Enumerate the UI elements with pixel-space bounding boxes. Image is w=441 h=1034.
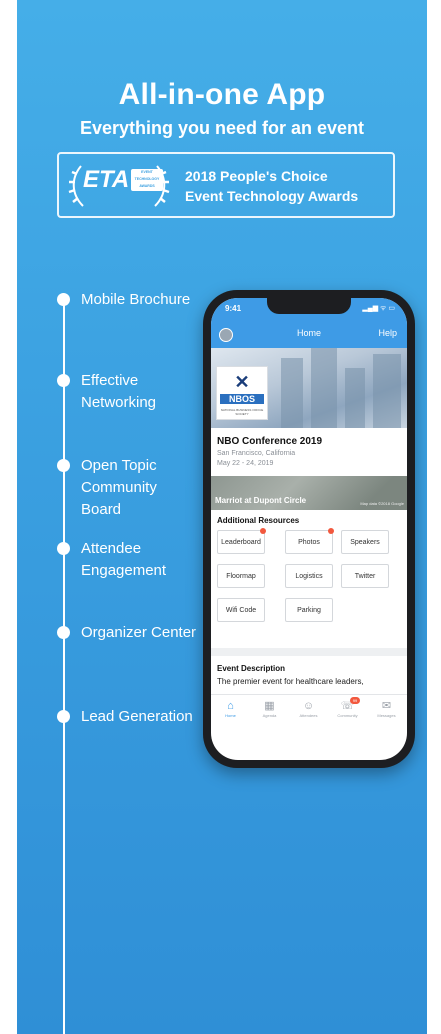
nbos-mark-icon: ✕ (234, 372, 250, 392)
tab-label: Attendees (299, 713, 318, 718)
resource-label: Wifi Code (225, 606, 257, 614)
attendees-icon: ☺ (302, 700, 315, 712)
home-icon: ⌂ (227, 700, 234, 712)
eta-subtext: EVENT TECHNOLOGY AWARDS (131, 169, 163, 191)
help-link[interactable]: Help (378, 328, 397, 338)
timeline-line (63, 296, 65, 1034)
building-shape (311, 348, 337, 428)
tab-agenda[interactable]: ▦ Agenda (250, 699, 289, 718)
tab-home[interactable]: ⌂ Home (211, 699, 250, 718)
tab-label: Community (337, 713, 358, 718)
venue-map[interactable]: Marriot at Dupont Circle Map data ©2018 … (211, 476, 407, 510)
award-text: 2018 People's Choice Event Technology Aw… (185, 166, 358, 206)
tab-label: Agenda (262, 713, 277, 718)
resource-label: Twitter (354, 572, 376, 580)
section-divider (211, 648, 407, 656)
event-logo: ✕ NBOS NATIONAL BUSINESS OFFICE SOCIETY (216, 366, 268, 420)
resource-label: Floormap (226, 572, 256, 580)
feature-label: Lead Generation (81, 708, 193, 725)
promo-panel: All-in-one App Everything you need for a… (17, 0, 427, 1034)
tab-attendees[interactable]: ☺ Attendees (289, 699, 328, 718)
event-hero-image: ✕ NBOS NATIONAL BUSINESS OFFICE SOCIETY (211, 348, 407, 428)
resource-parking-button[interactable]: Parking (285, 598, 333, 622)
status-icons: ▂▄▆ ᯤ ▭ (362, 305, 395, 312)
description-title: Event Description (217, 664, 286, 673)
notification-dot (260, 528, 266, 534)
community-icon: ☏ (340, 700, 355, 712)
award-line-2: Event Technology Awards (185, 188, 359, 204)
feature-label: Attendee Engagement (81, 540, 167, 579)
award-badge: ETA EVENT TECHNOLOGY AWARDS 2018 People'… (57, 152, 395, 218)
phone-screen: 9:41 ▂▄▆ ᯤ ▭ Home Help ✕ NBOS NATIONAL B… (211, 298, 407, 760)
messages-icon: ✉ (381, 700, 392, 712)
timeline-dot (57, 293, 70, 306)
award-line-1: 2018 People's Choice (185, 168, 328, 184)
resource-twitter-button[interactable]: Twitter (341, 564, 389, 588)
phone-notch (267, 298, 351, 314)
timeline-dot (57, 374, 70, 387)
agenda-icon: ▦ (264, 700, 275, 712)
resource-logistics-button[interactable]: Logistics (285, 564, 333, 588)
feature-label: Mobile Brochure (81, 291, 191, 308)
map-legal: Map data ©2018 Google (360, 501, 404, 506)
timeline-dot (57, 710, 70, 723)
resource-leaderboard-button[interactable]: Leaderboard (217, 528, 266, 554)
building-shape (281, 358, 303, 428)
bottom-tab-bar: ⌂ Home ▦ Agenda ☺ Attendees ☏ 99 Communi… (211, 694, 407, 731)
map-venue-label: Marriot at Dupont Circle (215, 496, 307, 505)
timeline-dot (57, 626, 70, 639)
notification-dot (328, 528, 334, 534)
resource-label: Leaderboard (221, 538, 261, 546)
page-subtitle: Everything you need for an event (79, 118, 365, 138)
community-badge: 99 (350, 697, 360, 704)
phone-mockup: 9:41 ▂▄▆ ᯤ ▭ Home Help ✕ NBOS NATIONAL B… (203, 290, 415, 768)
timeline-dot (57, 542, 70, 555)
building-shape (345, 368, 365, 428)
feature-label: Open Topic Community Board (81, 457, 157, 518)
resource-photos-button[interactable]: Photos (285, 528, 334, 554)
resource-label: Photos (298, 538, 320, 546)
eta-letters: ETA (83, 166, 130, 193)
feature-label: Effective Networking (81, 372, 157, 411)
nbos-tagline: NATIONAL BUSINESS OFFICE SOCIETY (220, 408, 264, 416)
conference-title: NBO Conference 2019 (217, 436, 323, 447)
timeline-dot (57, 459, 70, 472)
resources-title: Additional Resources (217, 516, 300, 525)
conference-dates: May 22 - 24, 2019 (217, 460, 274, 467)
conference-location: San Francisco, California (217, 450, 296, 457)
resource-label: Parking (297, 606, 321, 614)
tab-community[interactable]: ☏ 99 Community (328, 697, 367, 718)
resource-speakers-button[interactable]: Speakers (341, 530, 389, 554)
resource-label: Speakers (350, 538, 380, 546)
tab-label: Messages (377, 713, 396, 718)
resource-label: Logistics (295, 572, 323, 580)
building-shape (373, 354, 401, 428)
tab-label: Home (225, 713, 236, 718)
resource-floormap-button[interactable]: Floormap (217, 564, 265, 588)
nbos-name: NBOS (220, 394, 264, 404)
page-title: All-in-one App (118, 78, 326, 111)
resource-wifi-code-button[interactable]: Wifi Code (217, 598, 265, 622)
tab-messages[interactable]: ✉ Messages (367, 699, 406, 718)
description-text: The premier event for healthcare leaders… (217, 677, 364, 686)
status-time: 9:41 (225, 304, 242, 313)
feature-label: Organizer Center (81, 624, 197, 641)
